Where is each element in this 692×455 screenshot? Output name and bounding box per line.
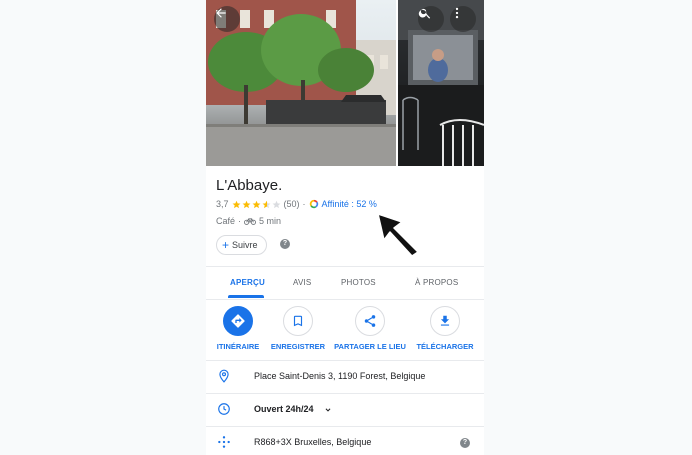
tab-photos[interactable]: PHOTOS [341, 267, 376, 299]
bookmark-icon [293, 315, 303, 327]
rating-stars [232, 200, 281, 209]
search-icon [418, 8, 431, 19]
place-category: Café [216, 216, 236, 226]
back-button[interactable] [214, 6, 240, 32]
star-half-icon [262, 200, 270, 208]
star-full-icon [252, 200, 260, 208]
arrow-left-icon [216, 8, 226, 18]
plus-code-text: R868+3X Bruxelles, Belgique [254, 437, 372, 447]
share-button[interactable]: PARTAGER LE LIEU [334, 306, 406, 351]
place-title: L'Abbaye. [216, 177, 283, 194]
travel-time: 5 min [259, 216, 282, 226]
action-bar: ITINÉRAIRE ENREGISTRER PARTAGER LE LIEU [206, 302, 484, 358]
follow-label: Suivre [232, 240, 258, 250]
download-circle [430, 306, 460, 336]
download-button[interactable]: TÉLÉCHARGER [414, 306, 476, 351]
place-photo-main[interactable] [206, 0, 396, 166]
active-tab-indicator [228, 295, 264, 298]
address-text: Place Saint-Denis 3, 1190 Forest, Belgiq… [254, 371, 426, 381]
separator-dot: · [238, 216, 242, 226]
share-label: PARTAGER LE LIEU [334, 342, 406, 351]
review-count: (50) [283, 199, 300, 209]
save-circle [283, 306, 313, 336]
place-photo-secondary[interactable] [398, 0, 484, 166]
search-button[interactable] [418, 6, 444, 32]
plus-code-icon [218, 436, 230, 448]
help-icon[interactable]: ? [460, 438, 470, 448]
rating-row[interactable]: 3,7 (50) · Affinité : 52 % [216, 199, 377, 209]
share-icon [364, 315, 376, 327]
separator-dot: · [302, 199, 306, 209]
plus-code-row[interactable]: R868+3X Bruxelles, Belgique ? [206, 426, 484, 455]
tab-bar: APERÇU AVIS PHOTOS À PROPOS [206, 266, 484, 300]
location-pin-icon [219, 369, 229, 383]
directions-label: ITINÉRAIRE [216, 342, 260, 351]
google-affinity-icon [309, 199, 318, 209]
address-row[interactable]: Place Saint-Denis 3, 1190 Forest, Belgiq… [206, 360, 484, 393]
follow-button[interactable]: + Suivre [216, 235, 267, 255]
place-sheet: L'Abbaye. 3,7 (50) · Affinité : 52 % Caf… [206, 0, 484, 455]
help-icon[interactable]: ? [280, 239, 290, 249]
directions-button[interactable]: ITINÉRAIRE [214, 306, 262, 351]
more-vert-icon [455, 7, 459, 19]
rating-value: 3,7 [216, 199, 229, 209]
download-icon [440, 315, 450, 326]
tab-about[interactable]: À PROPOS [415, 267, 458, 299]
directions-icon [231, 314, 245, 328]
bike-icon [244, 218, 257, 225]
star-full-icon [242, 200, 250, 208]
star-empty-icon [272, 200, 280, 208]
mouse-cursor-icon [377, 213, 419, 257]
hours-row[interactable]: Ouvert 24h/24 [206, 393, 484, 426]
affinity-score[interactable]: Affinité : 52 % [322, 199, 377, 209]
download-label: TÉLÉCHARGER [416, 342, 474, 351]
category-row: Café · 5 min [216, 216, 281, 226]
chevron-down-icon[interactable] [323, 405, 333, 415]
hours-text: Ouvert 24h/24 [254, 404, 314, 414]
star-full-icon [232, 200, 240, 208]
plus-icon: + [222, 238, 230, 252]
tab-reviews[interactable]: AVIS [293, 267, 311, 299]
more-options-button[interactable] [450, 6, 476, 32]
clock-icon [218, 403, 230, 415]
directions-circle [223, 306, 253, 336]
share-circle [355, 306, 385, 336]
save-button[interactable]: ENREGISTRER [270, 306, 326, 351]
save-label: ENREGISTRER [270, 342, 326, 351]
